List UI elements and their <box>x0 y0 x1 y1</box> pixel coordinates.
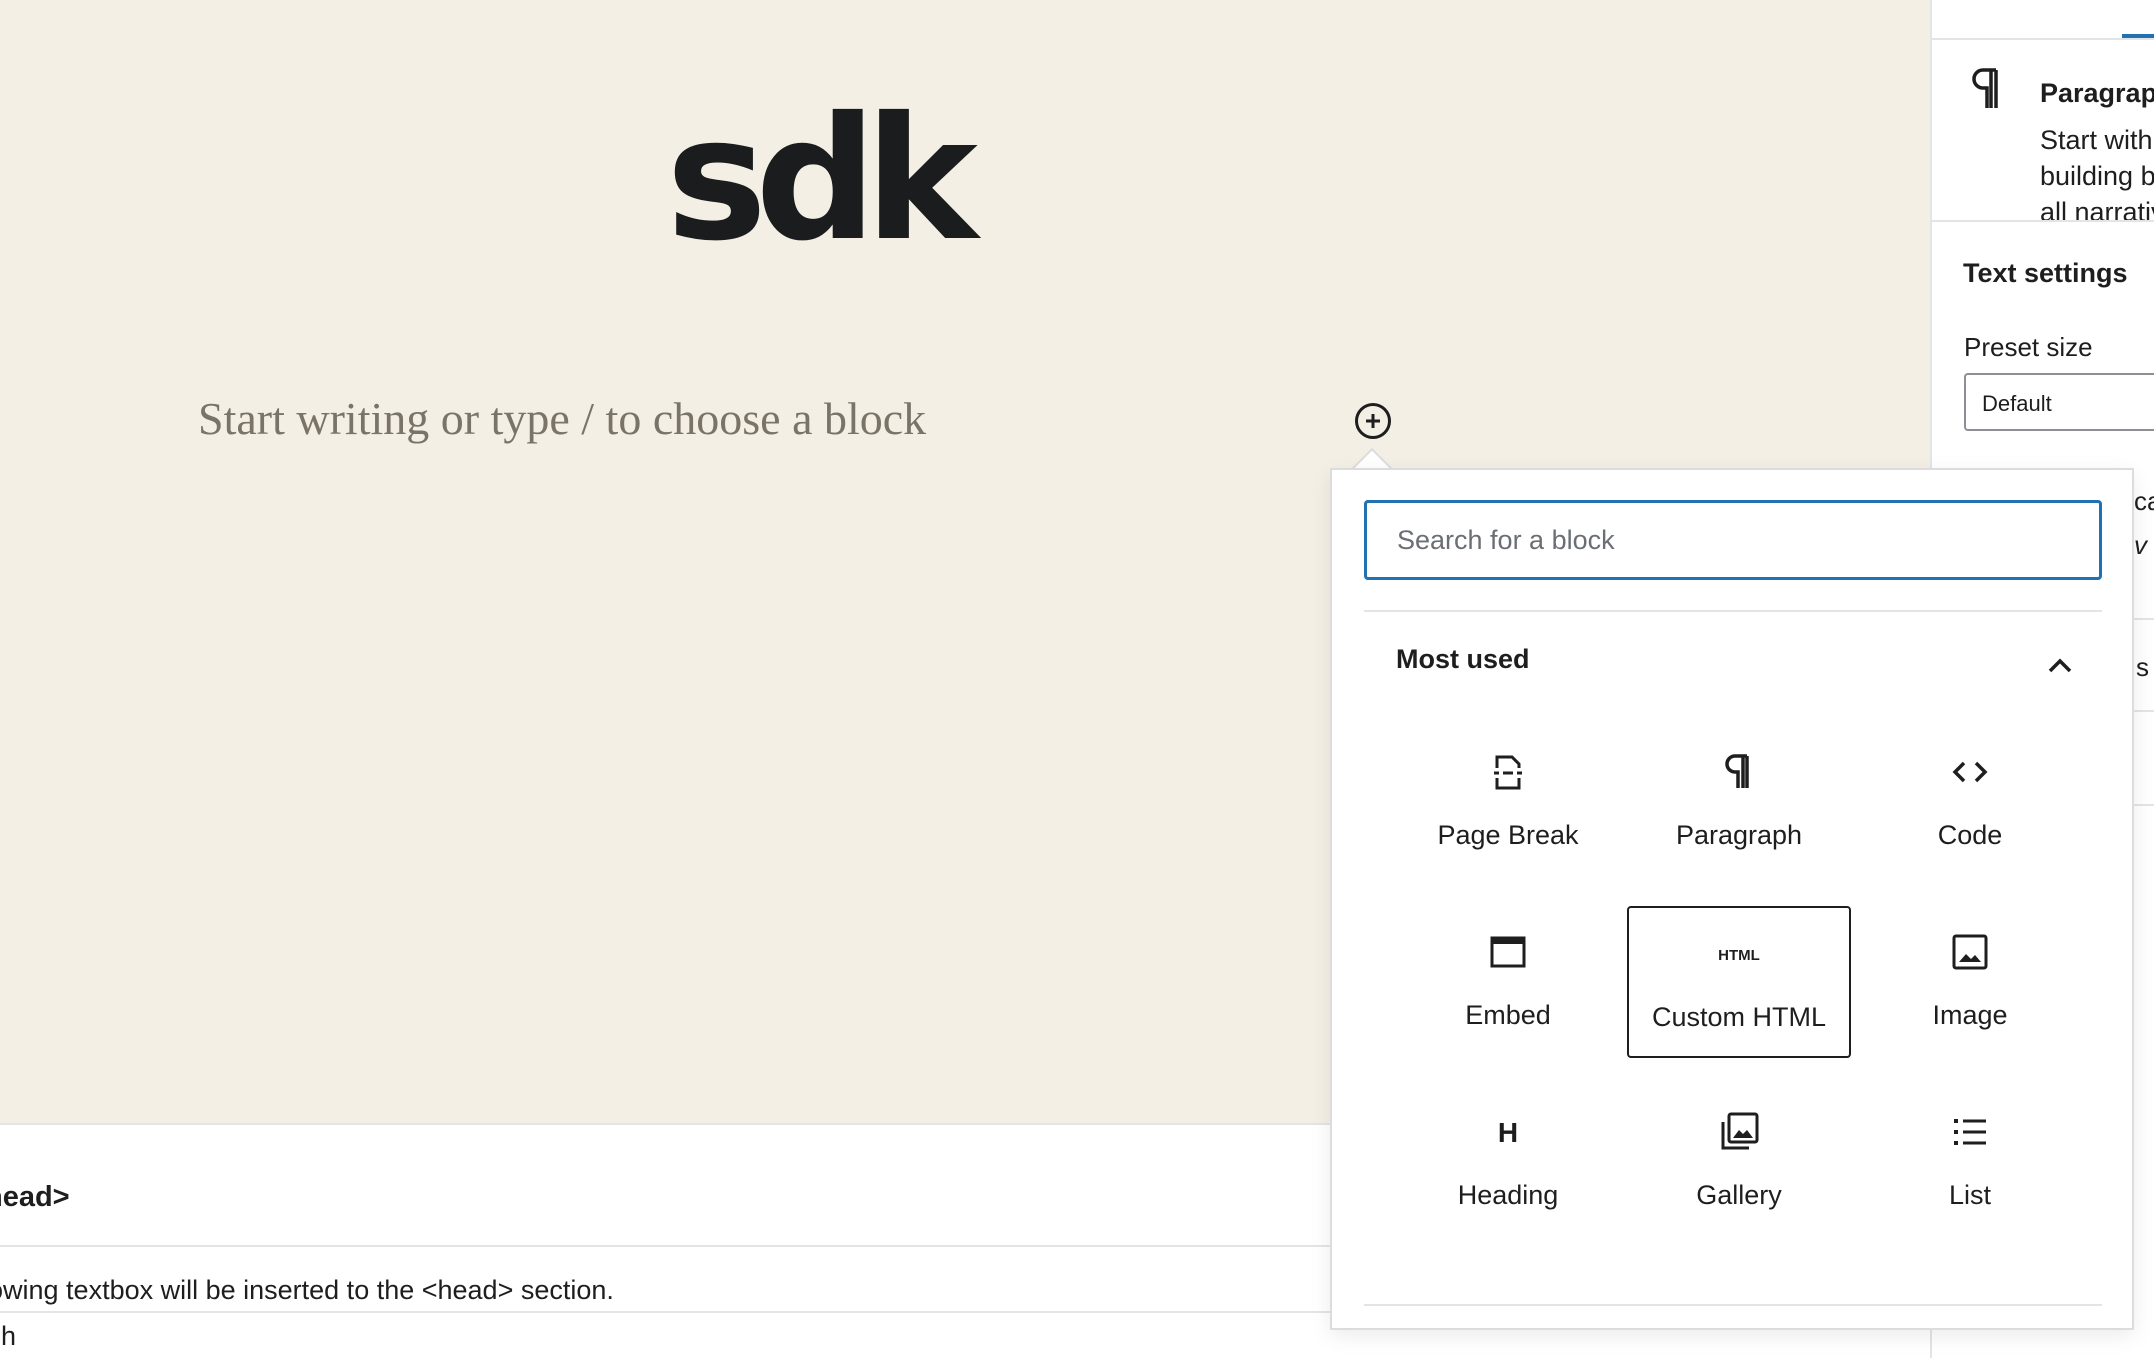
block-item-heading[interactable]: H Heading <box>1396 1086 1620 1238</box>
site-title[interactable]: sdk <box>666 95 978 265</box>
block-item-custom-html[interactable]: HTML Custom HTML <box>1627 906 1851 1058</box>
breadcrumb[interactable]: ph <box>0 1321 16 1352</box>
preset-size-select[interactable]: Default <box>1964 373 2154 431</box>
block-item-label: Paragraph <box>1675 820 1803 850</box>
divider <box>1364 1304 2102 1306</box>
block-grid: Page Break Paragraph Code Embed HTML Cus… <box>1396 726 2086 1266</box>
block-item-list[interactable]: List <box>1858 1086 2082 1238</box>
block-item-label: Embed <box>1465 1000 1551 1030</box>
heading-icon: H <box>1484 1108 1532 1156</box>
block-search-input[interactable] <box>1364 500 2102 580</box>
svg-text:HTML: HTML <box>1718 947 1760 964</box>
block-item-image[interactable]: Image <box>1858 906 2082 1058</box>
block-card-description: Start with the building block of all nar… <box>2040 125 2154 227</box>
block-item-label: Custom HTML <box>1651 1002 1827 1032</box>
block-item-code[interactable]: Code <box>1858 726 2082 878</box>
code-icon <box>1946 748 1994 796</box>
meta-box-title: head> <box>0 1181 70 1213</box>
meta-box-description: owing textbox will be inserted to the <h… <box>0 1275 614 1305</box>
svg-text:H: H <box>1498 1117 1518 1148</box>
html-icon: HTML <box>1715 930 1763 978</box>
block-card-title: Paragraph <box>2040 78 2154 108</box>
block-inserter-button[interactable] <box>1355 403 1391 439</box>
divider <box>1932 38 2154 40</box>
text-settings-panel-title[interactable]: Text settings <box>1963 258 2128 289</box>
block-item-label: Heading <box>1457 1180 1559 1210</box>
block-item-gallery[interactable]: Gallery <box>1627 1086 1851 1238</box>
sidebar-partial-text: ca <box>2134 486 2154 516</box>
preset-size-label: Preset size <box>1964 332 2093 362</box>
sidebar-partial-text: v a <box>2134 530 2154 560</box>
block-item-label: Gallery <box>1696 1180 1782 1210</box>
block-item-page-break[interactable]: Page Break <box>1396 726 1620 878</box>
block-item-label: List <box>1948 1180 1992 1210</box>
paragraph-icon <box>1972 68 1998 108</box>
block-item-embed[interactable]: Embed <box>1396 906 1620 1058</box>
embed-icon <box>1484 928 1532 976</box>
block-item-label: Page Break <box>1437 820 1579 850</box>
divider <box>1932 220 2154 222</box>
sidebar-partial-text: s <box>2136 652 2149 682</box>
list-icon <box>1946 1108 1994 1156</box>
page-break-icon <box>1484 748 1532 796</box>
block-item-label: Image <box>1932 1000 2008 1030</box>
gallery-icon <box>1715 1108 1763 1156</box>
most-used-heading: Most used <box>1396 644 1530 674</box>
paragraph-icon <box>1715 748 1763 796</box>
plus-icon <box>1366 414 1380 428</box>
chevron-up-icon[interactable] <box>2040 646 2080 686</box>
block-item-paragraph[interactable]: Paragraph <box>1627 726 1851 878</box>
paragraph-placeholder[interactable]: Start writing or type / to choose a bloc… <box>198 392 926 445</box>
block-inserter-popover: Most used Page Break Paragraph <box>1330 468 2134 1330</box>
divider <box>1364 610 2102 612</box>
block-item-label: Code <box>1937 820 2003 850</box>
image-icon <box>1946 928 1994 976</box>
